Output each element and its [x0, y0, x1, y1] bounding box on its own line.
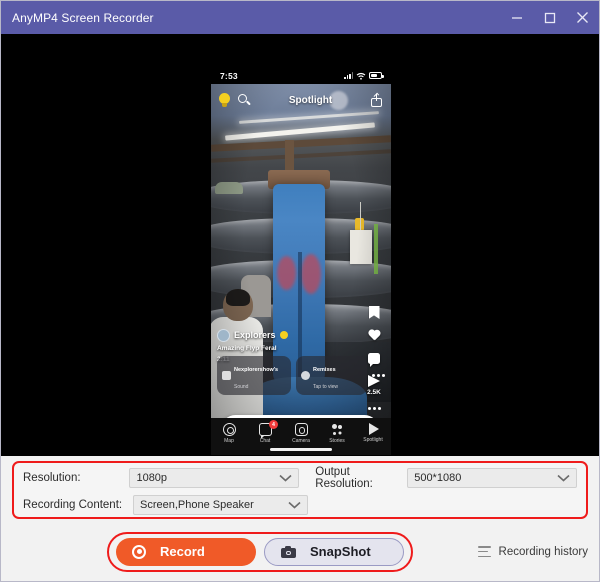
- action-button-group: Record SnapShot: [107, 531, 413, 572]
- nav-item-spotlight[interactable]: Spotlight: [358, 423, 388, 443]
- remix-chip[interactable]: Remixes Tap to view: [296, 355, 367, 395]
- lightbulb-icon[interactable]: [219, 93, 230, 107]
- record-label: Record: [160, 544, 205, 559]
- recording-content-label: Recording Content:: [23, 498, 123, 511]
- output-resolution-select[interactable]: 500*1080: [407, 467, 578, 488]
- phone-bottom-nav: Map 4 Chat Camera Stories Spotlight: [211, 418, 391, 455]
- recording-history-label: Recording history: [498, 545, 588, 558]
- home-indicator: [270, 448, 332, 451]
- camera-icon: [281, 545, 296, 558]
- app-window: AnyMP4 Screen Recorder 7:53 Spotlight + …: [0, 0, 600, 582]
- nav-label-stories: Stories: [329, 438, 345, 444]
- video-caption: Amazing Flyp Feral: [217, 344, 277, 352]
- wifi-icon: [356, 72, 366, 80]
- recording-content-value: Screen,Phone Speaker: [140, 498, 254, 511]
- settings-panel: Resolution: 1080p Output Resolution: 500…: [12, 461, 588, 519]
- title-bar: AnyMP4 Screen Recorder: [1, 1, 599, 34]
- creator-row[interactable]: Explorers: [217, 328, 385, 342]
- overflow-icon[interactable]: [372, 373, 385, 377]
- remix-title: Remixes: [313, 366, 336, 373]
- resolution-select[interactable]: 1080p: [129, 467, 300, 488]
- phone-mirror-screen[interactable]: 7:53 Spotlight + 2.5K Explorers Amazing …: [211, 67, 391, 455]
- close-button[interactable]: [566, 1, 599, 34]
- nav-label-spotlight: Spotlight: [363, 437, 383, 443]
- creator-avatar: [217, 328, 230, 342]
- more-button[interactable]: [367, 407, 381, 410]
- bottom-toolbar: Record SnapShot Recording history: [1, 522, 599, 581]
- status-indicators: [344, 72, 384, 80]
- nav-item-stories[interactable]: Stories: [322, 423, 352, 444]
- more-icon: [367, 407, 381, 410]
- resolution-value: 1080p: [136, 471, 168, 484]
- music-icon: [222, 370, 231, 380]
- signal-icon: [344, 72, 353, 79]
- record-icon: [132, 544, 146, 559]
- video-player[interactable]: Spotlight 2:11: [211, 84, 391, 435]
- settings-row-resolution: Resolution: 1080p Output Resolution: 500…: [23, 465, 578, 490]
- spotlight-header: Spotlight: [211, 84, 391, 116]
- battery-icon: [369, 72, 384, 79]
- map-icon: [222, 423, 236, 436]
- search-icon[interactable]: [238, 94, 251, 106]
- resolution-label: Resolution:: [23, 471, 81, 484]
- nav-item-chat[interactable]: 4 Chat: [250, 420, 280, 444]
- settings-row-recording-content: Recording Content: Screen,Phone Speaker: [23, 494, 577, 515]
- remix-icon: [301, 370, 310, 380]
- share-upload-icon[interactable]: [371, 92, 383, 107]
- record-button[interactable]: Record: [116, 537, 256, 566]
- settings-section: Resolution: 1080p Output Resolution: 500…: [1, 456, 599, 522]
- app-title: AnyMP4 Screen Recorder: [12, 10, 154, 25]
- video-info-overlay: Explorers Amazing Flyp Feral Nexplorersh…: [211, 328, 391, 395]
- nav-item-map[interactable]: Map: [214, 423, 244, 444]
- output-resolution-label: Output Resolution:: [315, 465, 373, 490]
- chevron-down-icon: [557, 474, 570, 482]
- recording-content-select[interactable]: Screen,Phone Speaker: [133, 494, 308, 515]
- sound-chip[interactable]: Nexplorershow's Sound: [217, 355, 291, 395]
- stories-icon: [331, 423, 344, 436]
- sound-subtitle: Sound: [234, 384, 249, 391]
- chip-row: Nexplorershow's Sound Remixes Tap to vie…: [217, 355, 385, 395]
- verified-badge-icon: [279, 331, 288, 340]
- status-time: 7:53: [220, 70, 238, 81]
- snapshot-label: SnapShot: [310, 544, 371, 559]
- sound-title: Nexplorershow's: [234, 366, 279, 373]
- spotlight-title: Spotlight: [288, 94, 333, 106]
- nav-item-camera[interactable]: Camera: [286, 423, 316, 444]
- output-resolution-value: 500*1080: [414, 471, 462, 484]
- bookmark-icon: [368, 306, 380, 319]
- phone-status-bar: 7:53: [211, 67, 391, 84]
- list-icon: [477, 546, 491, 557]
- creator-name: Explorers: [234, 330, 276, 341]
- play-icon: [369, 423, 379, 435]
- chat-badge: 4: [269, 420, 278, 429]
- chevron-down-icon: [288, 501, 301, 509]
- nav-label-camera: Camera: [292, 438, 310, 444]
- preview-stage: 7:53 Spotlight + 2.5K Explorers Amazing …: [1, 34, 599, 456]
- maximize-button[interactable]: [533, 1, 566, 34]
- minimize-button[interactable]: [500, 1, 533, 34]
- window-controls: [500, 1, 599, 34]
- remix-subtitle: Tap to view: [313, 384, 339, 391]
- save-button[interactable]: [368, 306, 380, 319]
- nav-label-map: Map: [224, 438, 234, 444]
- camera-icon: [294, 423, 308, 436]
- snapshot-button[interactable]: SnapShot: [264, 537, 404, 566]
- recording-history-button[interactable]: Recording history: [477, 545, 588, 558]
- nav-label-chat: Chat: [259, 438, 271, 444]
- chevron-down-icon: [279, 474, 292, 482]
